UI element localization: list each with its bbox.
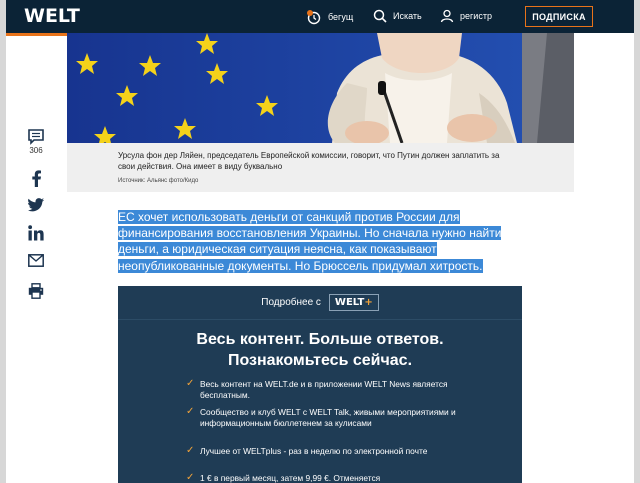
user-icon xyxy=(440,9,454,23)
checkmark-icon: ✓ xyxy=(186,445,195,456)
comments-button[interactable]: 306 xyxy=(25,129,47,155)
print-button[interactable] xyxy=(25,283,47,299)
promo-feature: ✓ Лучшее от WELTplus - раз в неделю по э… xyxy=(186,445,460,457)
linkedin-icon xyxy=(28,225,44,241)
register-label: регистр xyxy=(460,11,492,21)
photo-caption: Урсула фон дер Ляйен, председатель Европ… xyxy=(118,151,500,171)
register-button[interactable]: регистр xyxy=(440,9,492,23)
article-lead-text: ЕС хочет использовать деньги от санкций … xyxy=(118,210,502,273)
photo-credit: Источник: Альянс фото/Кидо xyxy=(118,178,199,184)
checkmark-icon: ✓ xyxy=(186,406,195,417)
twitter-icon xyxy=(28,198,44,212)
promo-headline-line-2: Познакомьтесь сейчас. xyxy=(227,352,413,369)
article-photo[interactable] xyxy=(67,33,574,143)
promo-brand-row: Подробнее с WELT+ xyxy=(118,294,522,311)
print-icon xyxy=(28,283,44,299)
promo-feature-text: Лучшее от WELTplus - раз в неделю по эле… xyxy=(200,446,428,456)
site-header: WELT бегущ Искать регистр ПОДПИСКА xyxy=(6,0,634,33)
promo-feature-text: Сообщество и клуб WELT с WELT Talk, живы… xyxy=(200,407,456,428)
share-facebook-button[interactable] xyxy=(25,170,47,187)
checkmark-icon: ✓ xyxy=(186,378,195,389)
welt-plus-promo[interactable]: Подробнее с WELT+ Весь контент. Больше о… xyxy=(118,286,522,483)
comment-count: 306 xyxy=(29,146,43,155)
eu-flag-photo-image xyxy=(67,33,574,143)
subscribe-button[interactable]: ПОДПИСКА xyxy=(525,6,593,27)
share-twitter-button[interactable] xyxy=(25,198,47,212)
welt-logo[interactable]: WELT xyxy=(24,5,80,27)
notification-button[interactable]: бегущ xyxy=(306,9,353,25)
search-label: Искать xyxy=(393,11,422,21)
share-linkedin-button[interactable] xyxy=(25,225,47,241)
comment-icon xyxy=(28,129,44,145)
promo-headline: Весь контент. Больше ответов. Познакомьт… xyxy=(118,329,522,371)
page: WELT бегущ Искать регистр ПОДПИСКА Урсул… xyxy=(6,0,634,483)
promo-feature: ✓ Сообщество и клуб WELT с WELT Talk, жи… xyxy=(186,406,460,428)
search-button[interactable]: Искать xyxy=(373,9,422,23)
notification-icon xyxy=(306,9,322,25)
promo-feature-text: Весь контент на WELT.de и в приложении W… xyxy=(200,379,448,400)
article-lead[interactable]: ЕС хочет использовать деньги от санкций … xyxy=(118,209,518,274)
email-icon xyxy=(28,254,44,267)
promo-feature-text: 1 € в первый месяц, затем 9,99 €. Отменя… xyxy=(200,473,381,483)
notification-label: бегущ xyxy=(328,12,354,22)
promo-divider xyxy=(118,319,522,320)
promo-headline-line-1: Весь контент. Больше ответов. xyxy=(196,331,444,348)
search-icon xyxy=(373,9,387,23)
share-email-button[interactable] xyxy=(25,254,47,267)
welt-plus-logo: WELT+ xyxy=(328,294,379,311)
checkmark-icon: ✓ xyxy=(186,472,195,483)
promo-more-label: Подробнее с xyxy=(261,297,321,308)
facebook-icon xyxy=(32,170,41,187)
promo-feature: ✓ 1 € в первый месяц, затем 9,99 €. Отме… xyxy=(186,472,460,483)
photo-caption-box: Урсула фон дер Ляйен, председатель Европ… xyxy=(67,143,574,192)
promo-feature: ✓ Весь контент на WELT.de и в приложении… xyxy=(186,378,460,400)
